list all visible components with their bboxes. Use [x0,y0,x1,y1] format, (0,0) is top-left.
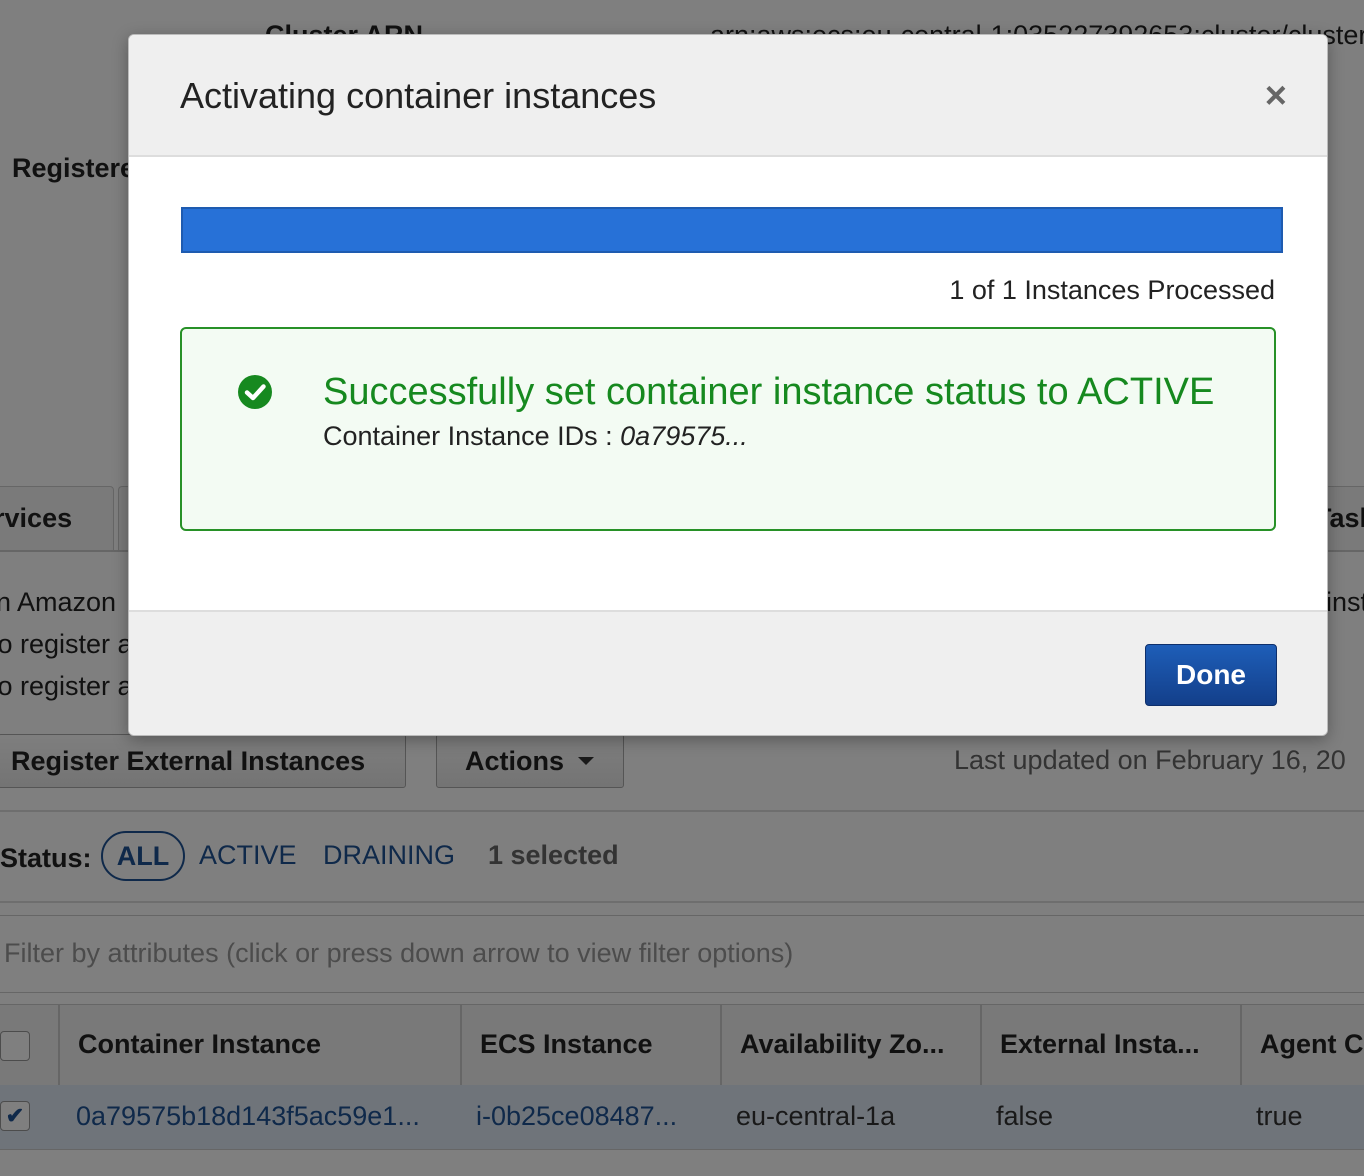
alert-message-ids: 0a79575... [620,421,748,451]
done-button-label: Done [1176,659,1246,690]
close-icon[interactable]: × [1265,77,1287,115]
success-alert: Successfully set container instance stat… [180,327,1276,531]
activating-instances-modal: Activating container instances × 1 of 1 … [128,34,1328,736]
check-circle-icon [238,375,272,409]
progress-text: 1 of 1 Instances Processed [949,275,1275,305]
modal-footer: Done [129,610,1327,735]
alert-message-label: Container Instance IDs : [323,421,621,451]
alert-message: Container Instance IDs : 0a79575... [323,421,748,452]
alert-title: Successfully set container instance stat… [323,371,1215,413]
done-button[interactable]: Done [1145,644,1277,706]
modal-header: Activating container instances × [129,35,1327,157]
progress-bar [181,207,1283,253]
modal-title: Activating container instances [180,75,657,116]
